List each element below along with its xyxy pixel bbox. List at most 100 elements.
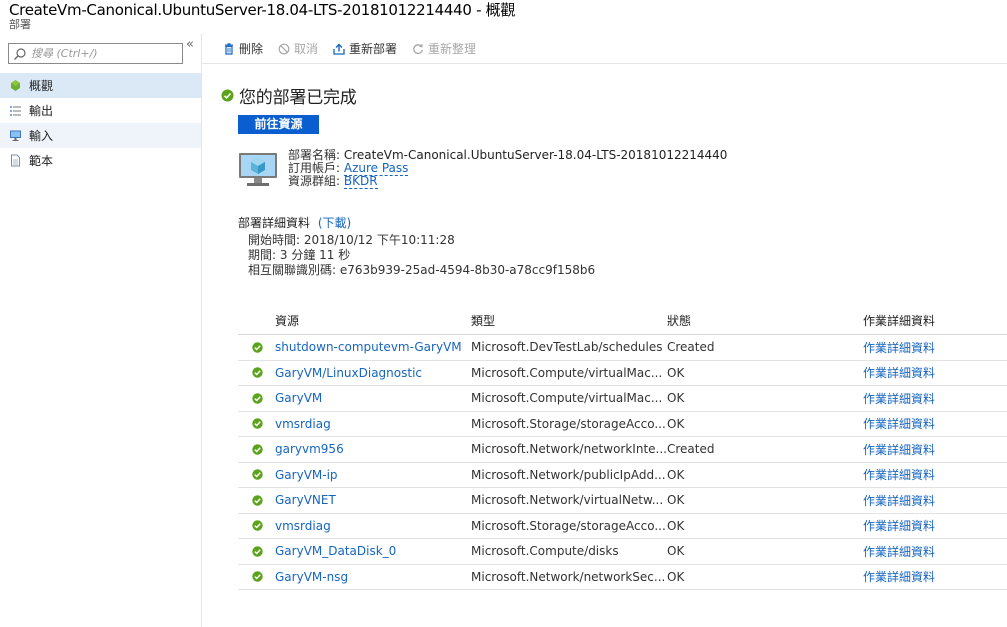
- status-title: 您的部署已完成: [239, 88, 357, 108]
- table-row: GaryVM-nsg Microsoft.Network/networkSec.…: [238, 565, 1007, 590]
- details-heading: 部署詳細資料 (下載): [238, 214, 351, 231]
- resource-status: OK: [667, 518, 685, 533]
- table-row: GaryVNET Microsoft.Network/virtualNetw..…: [238, 488, 1007, 514]
- resource-status: OK: [667, 493, 685, 508]
- monitor-icon: [10, 130, 21, 141]
- success-check-icon: [252, 393, 263, 404]
- operation-details-link[interactable]: 作業詳細資料: [863, 568, 935, 585]
- operation-details-link[interactable]: 作業詳細資料: [863, 390, 935, 407]
- success-check-icon: [252, 342, 263, 353]
- sidebar-item-label: 概觀: [29, 79, 54, 93]
- resource-name-link[interactable]: GaryVM_DataDisk_0: [275, 544, 471, 558]
- resource-name-link[interactable]: GaryVM: [275, 391, 471, 405]
- document-icon: [11, 154, 20, 167]
- duration-label: 期間:: [248, 248, 277, 262]
- sidebar-item-label: 輸出: [29, 104, 54, 118]
- operation-details-link[interactable]: 作業詳細資料: [863, 517, 935, 534]
- refresh-label: 重新整理: [428, 42, 477, 56]
- resource-status: OK: [667, 467, 685, 482]
- resource-type: Microsoft.Network/publicIpAdd...: [471, 467, 666, 482]
- column-header-operation-details: 作業詳細資料: [863, 314, 936, 328]
- sidebar-item-template[interactable]: 範本: [0, 148, 201, 173]
- table-row: vmsrdiag Microsoft.Storage/storageAcco..…: [238, 514, 1007, 539]
- resource-type: Microsoft.Storage/storageAcco...: [471, 518, 666, 533]
- resource-name-link[interactable]: vmsrdiag: [275, 519, 471, 533]
- sidebar-item-overview[interactable]: 概觀: [0, 73, 201, 98]
- redeploy-label: 重新部署: [349, 42, 398, 56]
- success-check-icon: [252, 367, 263, 378]
- sidebar-item-outputs[interactable]: 輸出: [0, 98, 201, 123]
- resource-name-link[interactable]: garyvm956: [275, 442, 471, 456]
- redeploy-button[interactable]: 重新部署: [333, 40, 397, 57]
- column-header-type: 類型: [471, 314, 496, 328]
- column-header-resource: 資源: [275, 314, 300, 328]
- delete-button[interactable]: 刪除: [223, 40, 263, 57]
- operation-details-link[interactable]: 作業詳細資料: [863, 364, 935, 381]
- table-row: shutdown-computevm-GaryVM Microsoft.DevT…: [238, 335, 1007, 361]
- operation-details-link[interactable]: 作業詳細資料: [863, 415, 935, 432]
- command-bar: 刪除 取消 重新部署 重新整理: [202, 34, 1007, 64]
- sidebar-nav: 概觀 輸出 輸入 範本: [0, 73, 201, 173]
- resource-type: Microsoft.Compute/virtualMac...: [471, 391, 663, 406]
- table-row: garyvm956 Microsoft.Network/networkInte.…: [238, 437, 1007, 463]
- resource-status: Created: [667, 340, 715, 355]
- resource-status: OK: [667, 416, 685, 431]
- blade-header: CreateVm-Canonical.UbuntuServer-18.04-LT…: [0, 0, 1007, 34]
- table-row: GaryVM/LinuxDiagnostic Microsoft.Compute…: [238, 361, 1007, 386]
- overview-icon: [11, 80, 20, 91]
- table-row: vmsrdiag Microsoft.Storage/storageAcco..…: [238, 412, 1007, 437]
- deployment-name: CreateVm-Canonical.UbuntuServer-18.04-LT…: [343, 148, 728, 162]
- success-check-icon: [221, 89, 234, 102]
- operation-details-link[interactable]: 作業詳細資料: [863, 543, 935, 560]
- success-check-icon: [252, 571, 263, 582]
- resource-name-link[interactable]: shutdown-computevm-GaryVM: [275, 340, 471, 354]
- table-row: GaryVM Microsoft.Compute/virtualMac... O…: [238, 386, 1007, 412]
- deployment-status: 您的部署已完成: [221, 83, 357, 108]
- table-header: 資源 類型 狀態 作業詳細資料: [238, 307, 1007, 335]
- collapse-sidebar-icon[interactable]: «: [186, 38, 194, 51]
- sidebar-item-label: 範本: [29, 154, 54, 168]
- virtual-machine-icon: [239, 153, 277, 186]
- table-row: GaryVM-ip Microsoft.Network/publicIpAdd.…: [238, 463, 1007, 488]
- deployment-name-label: 部署名稱:: [288, 148, 341, 162]
- success-check-icon: [252, 469, 263, 480]
- resource-group-link[interactable]: BKDR: [343, 174, 378, 189]
- resource-name-link[interactable]: GaryVM-nsg: [275, 570, 471, 584]
- search-box[interactable]: [8, 43, 183, 64]
- operation-details-link[interactable]: 作業詳細資料: [863, 466, 935, 483]
- operation-details-link[interactable]: 作業詳細資料: [863, 441, 935, 458]
- operation-details-link[interactable]: 作業詳細資料: [863, 339, 935, 356]
- start-time-value: 2018/10/12 下午10:11:28: [303, 233, 455, 247]
- resource-type: Microsoft.Storage/storageAcco...: [471, 416, 666, 431]
- search-input[interactable]: [31, 44, 181, 63]
- resource-type: Microsoft.Network/virtualNetw...: [471, 493, 664, 508]
- sidebar: « 概觀 輸出 輸入: [0, 34, 202, 627]
- cancel-button[interactable]: 取消: [278, 40, 318, 57]
- column-header-status: 狀態: [667, 314, 692, 328]
- download-link[interactable]: (下載): [318, 216, 351, 230]
- resource-status: OK: [667, 544, 685, 559]
- success-check-icon: [252, 418, 263, 429]
- resource-type: Microsoft.Compute/virtualMac...: [471, 365, 663, 380]
- resource-status: OK: [667, 569, 685, 584]
- delete-label: 刪除: [239, 42, 264, 56]
- sidebar-item-inputs[interactable]: 輸入: [0, 123, 201, 148]
- search-icon: [14, 48, 26, 60]
- trash-icon: [225, 42, 233, 55]
- resource-type: Microsoft.Network/networkSec...: [471, 569, 666, 584]
- correlation-id-value: e763b939-25ad-4594-8b30-a78cc9f158b6: [339, 263, 596, 277]
- resource-status: OK: [667, 365, 685, 380]
- go-to-resource-button[interactable]: 前往資源: [238, 115, 319, 134]
- list-icon: [10, 106, 21, 116]
- start-time-label: 開始時間:: [248, 233, 301, 247]
- resource-name-link[interactable]: GaryVM-ip: [275, 468, 471, 482]
- main-content: 您的部署已完成 前往資源 部署名稱: CreateVm-Canonical.Ub…: [202, 65, 1007, 627]
- resources-table: 資源 類型 狀態 作業詳細資料 shutdown-computevm-GaryV…: [238, 307, 1007, 590]
- deployment-details: 開始時間: 2018/10/12 下午10:11:28 期間: 3 分鐘 11 …: [248, 233, 595, 278]
- refresh-button[interactable]: 重新整理: [412, 40, 476, 57]
- resource-name-link[interactable]: GaryVNET: [275, 493, 471, 507]
- resource-name-link[interactable]: vmsrdiag: [275, 417, 471, 431]
- resource-name-link[interactable]: GaryVM/LinuxDiagnostic: [275, 366, 471, 380]
- deployment-summary: 部署名稱: CreateVm-Canonical.UbuntuServer-18…: [288, 148, 728, 189]
- operation-details-link[interactable]: 作業詳細資料: [863, 492, 935, 509]
